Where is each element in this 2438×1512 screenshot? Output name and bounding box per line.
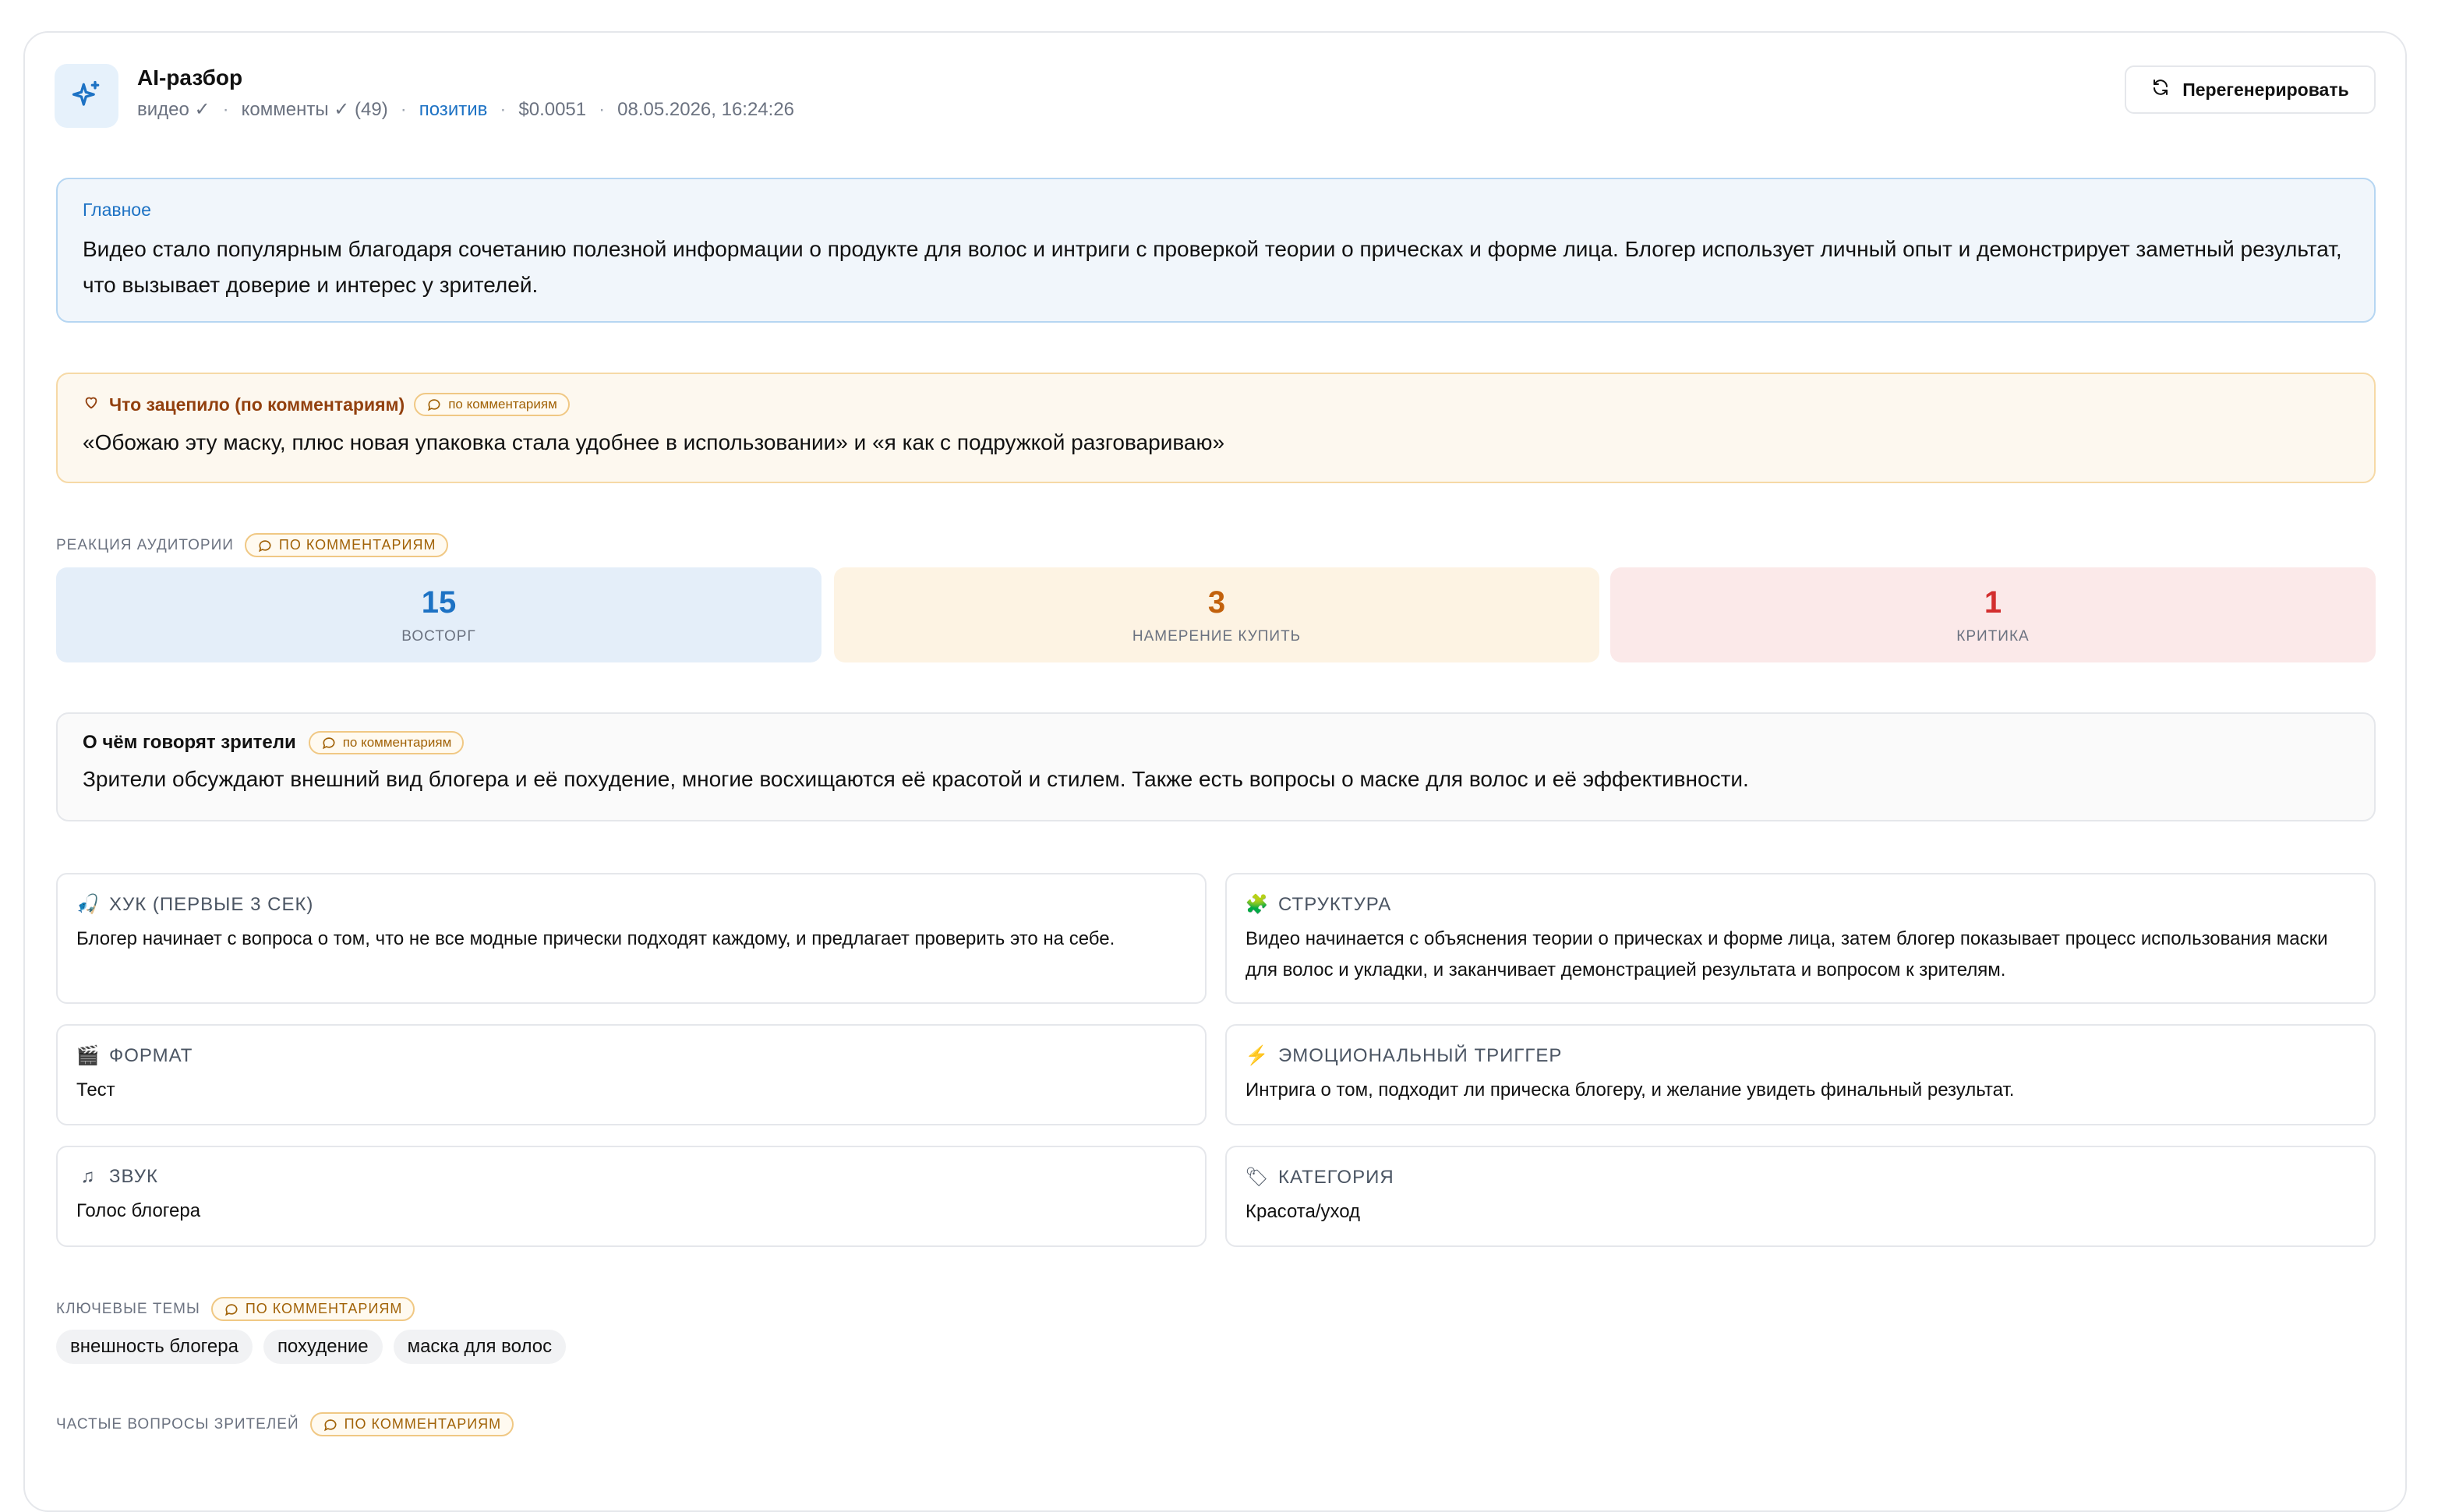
meta-datetime: 08.05.2026, 16:24:26 [617, 98, 795, 120]
tile-text: Блогер начинает с вопроса о том, что не … [76, 928, 1115, 949]
meta-cost: $0.0051 [518, 98, 587, 120]
reaction-section-label: РЕАКЦИЯ АУДИТОРИИ ПО КОММЕНТАРИЯМ [56, 533, 449, 557]
summary-label: Главное [83, 200, 151, 220]
meta-separator: · [222, 98, 229, 120]
tile-text: Тест [76, 1079, 115, 1100]
comments-badge: ПО КОММЕНТАРИЯМ [244, 533, 449, 557]
stat-value: 3 [1207, 585, 1226, 620]
comment-icon [428, 399, 440, 412]
hook-text: «Обожаю эту маску, плюс новая упаковка с… [83, 430, 1225, 454]
tile-label: СТРУКТУРА [1278, 893, 1392, 915]
comment-icon [322, 737, 335, 750]
topic-chips: внешность блогера похудение маска для во… [56, 1330, 567, 1364]
tile-hook: 🎣 ХУК (ПЕРВЫЕ 3 СЕК) Блогер начинает с во… [56, 873, 1207, 1004]
badge-text: ПО КОММЕНТАРИЯМ [344, 1416, 502, 1432]
stat-label: НАМЕРЕНИЕ КУПИТЬ [1132, 627, 1302, 645]
questions-label: ЧАСТЫЕ ВОПРОСЫ ЗРИТЕЛЕЙ [56, 1415, 299, 1433]
comments-badge: ПО КОММЕНТАРИЯМ [210, 1297, 415, 1321]
comment-icon [258, 539, 271, 552]
meta-comments: комменты ✓ (49) [241, 99, 388, 120]
topics-label: КЛЮЧЕВЫЕ ТЕМЫ [56, 1300, 200, 1317]
stat-label: КРИТИКА [1956, 627, 2030, 645]
tile-label: КАТЕГОРИЯ [1278, 1166, 1394, 1188]
viewers-talk-box: О чём говорят зрители по комментариям Зр… [56, 712, 2376, 821]
tile-category: 🏷 КАТЕГОРИЯ Красота/уход [1225, 1146, 2376, 1247]
stat-criticism: 1 КРИТИКА [1610, 567, 2376, 662]
comment-icon [224, 1303, 238, 1316]
regenerate-label: Перегенерировать [2182, 79, 2349, 100]
stat-purchase-intent: 3 НАМЕРЕНИЕ КУПИТЬ [834, 567, 1599, 662]
page-title: AI-разбор [137, 65, 243, 90]
heart-icon [83, 394, 100, 415]
tile-label: ЗВУК [109, 1166, 158, 1187]
talk-text: Зрители обсуждают внешний вид блогера и … [83, 767, 1749, 791]
lightning-icon: ⚡ [1245, 1045, 1270, 1066]
stat-delight: 15 ВОСТОРГ [56, 567, 822, 662]
talk-label: О чём говорят зрители [83, 732, 296, 753]
tile-sound: ♫ ЗВУК Голос блогера [56, 1146, 1207, 1247]
tile-text: Голос блогера [76, 1200, 201, 1221]
topic-chip[interactable]: маска для волос [393, 1330, 567, 1364]
tile-text: Красота/уход [1246, 1201, 1361, 1222]
questions-section-label: ЧАСТЫЕ ВОПРОСЫ ЗРИТЕЛЕЙ ПО КОММЕНТАРИЯМ [56, 1412, 514, 1436]
tile-text: Видео начинается с объяснения теории о п… [1246, 928, 2328, 980]
meta-separator: · [599, 98, 606, 120]
music-icon: ♫ [80, 1166, 96, 1187]
tile-structure: 🧩 СТРУКТУРА Видео начинается с объяснения… [1225, 873, 2376, 1004]
topic-chip[interactable]: похудение [263, 1330, 383, 1364]
comments-badge: по комментариям [414, 393, 570, 416]
puzzle-icon: 🧩 [1245, 894, 1270, 915]
meta-sentiment: позитив [419, 98, 488, 120]
comment-icon [323, 1418, 337, 1431]
hook-label: Что зацепило (по комментариям) [109, 394, 405, 415]
stat-label: ВОСТОРГ [401, 627, 476, 645]
meta-row: видео ✓ · комменты ✓ (49) · позитив · $0… [137, 98, 794, 121]
tile-format: 🎬 ФОРМАТ Тест [56, 1024, 1207, 1125]
tag-icon: 🏷 [1245, 1167, 1270, 1188]
tile-emotional-trigger: ⚡ ЭМОЦИОНАЛЬНЫЙ ТРИГГЕР Интрига о том, по… [1225, 1024, 2376, 1125]
badge-text: ПО КОММЕНТАРИЯМ [278, 537, 436, 553]
hook-box: Что зацепило (по комментариям) по коммен… [56, 373, 2376, 483]
meta-video: видео ✓ [137, 99, 210, 120]
tile-label: ХУК (ПЕРВЫЕ 3 СЕК) [109, 893, 314, 915]
topics-section-label: КЛЮЧЕВЫЕ ТЕМЫ ПО КОММЕНТАРИЯМ [56, 1297, 415, 1321]
regenerate-button[interactable]: Перегенерировать [2125, 65, 2376, 114]
stat-value: 15 [421, 585, 457, 620]
tile-label: ФОРМАТ [109, 1044, 193, 1066]
badge-text: ПО КОММЕНТАРИЯМ [245, 1301, 403, 1316]
fishing-icon: 🎣 [76, 894, 101, 915]
sparkle-icon [55, 64, 118, 128]
clapper-icon: 🎬 [76, 1045, 101, 1066]
meta-separator: · [400, 98, 407, 120]
tile-text: Интрига о том, подходит ли прическа блог… [1246, 1079, 2015, 1100]
stat-value: 1 [1984, 585, 2002, 620]
comments-badge: ПО КОММЕНТАРИЯМ [309, 1412, 514, 1436]
refresh-icon [2151, 78, 2170, 101]
summary-box: Главное Видео стало популярным благодаря… [56, 178, 2376, 323]
summary-text: Видео стало популярным благодаря сочетан… [83, 237, 2342, 297]
reaction-label: РЕАКЦИЯ АУДИТОРИИ [56, 536, 234, 553]
tile-label: ЭМОЦИОНАЛЬНЫЙ ТРИГГЕР [1278, 1044, 1563, 1066]
topic-chip[interactable]: внешность блогера [56, 1330, 253, 1364]
badge-text: по комментариям [448, 397, 557, 412]
comments-badge: по комментариям [308, 731, 465, 754]
meta-separator: · [500, 98, 507, 120]
badge-text: по комментариям [342, 735, 452, 750]
